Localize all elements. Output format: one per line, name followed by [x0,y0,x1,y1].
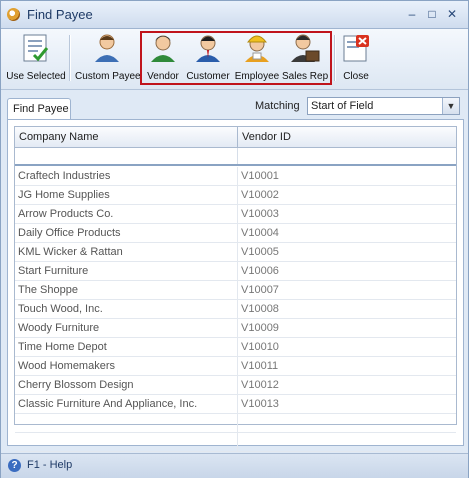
column-divider [237,414,238,432]
table-row[interactable]: Start Furniture V10006 [15,262,456,281]
company-name-cell: Wood Homemakers [18,360,115,372]
app-icon [7,8,20,21]
column-divider [237,433,238,451]
close-icon [343,35,369,62]
company-name-cell: Cherry Blossom Design [18,379,134,391]
column-header-vendor-id[interactable]: Vendor ID [242,131,291,143]
company-name-cell: Woody Furniture [18,322,100,334]
table-row[interactable]: JG Home Supplies V10002 [15,186,456,205]
vendor-id-cell: V10003 [241,208,279,220]
company-name-cell: Start Furniture [18,265,89,277]
chevron-down-icon[interactable]: ▼ [442,98,459,114]
filter-row[interactable] [15,148,456,166]
company-name-cell: Daily Office Products [18,227,121,239]
vendor-id-cell: V10006 [241,265,279,277]
toolbar-separator [334,35,336,81]
table-row[interactable] [15,433,456,452]
vendor-id-cell: V10002 [241,189,279,201]
column-divider[interactable] [237,127,238,147]
use-selected-label: Use Selected [6,71,66,82]
vendor-id-cell: V10001 [241,170,279,182]
company-name-cell: Arrow Products Co. [18,208,114,220]
matching-label: Matching [255,100,300,112]
column-divider [237,395,238,413]
help-text[interactable]: F1 - Help [27,459,72,471]
status-bar: ? F1 - Help [1,453,468,478]
table-row[interactable]: The Shoppe V10007 [15,281,456,300]
column-divider [237,262,238,280]
company-name-cell: Time Home Depot [18,341,107,353]
table-row[interactable]: Arrow Products Co. V10003 [15,205,456,224]
column-divider [237,148,238,164]
vendor-id-cell: V10007 [241,284,279,296]
column-divider [237,243,238,261]
column-divider [237,357,238,375]
company-name-cell: Classic Furniture And Appliance, Inc. [18,398,198,410]
vendor-id-cell: V10011 [241,360,279,372]
table-row[interactable]: Daily Office Products V10004 [15,224,456,243]
grid-header: Company Name Vendor ID [15,127,456,148]
table-row[interactable]: Craftech Industries V10001 [15,167,456,186]
table-row[interactable]: Touch Wood, Inc. V10008 [15,300,456,319]
company-name-cell: Touch Wood, Inc. [18,303,103,315]
help-icon[interactable]: ? [8,459,21,472]
close-window-button[interactable]: ✕ [445,7,459,21]
column-divider [237,300,238,318]
custom-payee-label: Custom Payee [75,71,141,82]
use-selected-icon [23,34,49,62]
payee-grid: Company Name Vendor ID Craftech Industri… [14,126,457,452]
find-payee-panel: Company Name Vendor ID Craftech Industri… [7,119,464,452]
table-row[interactable]: Cherry Blossom Design V10012 [15,376,456,395]
vendor-id-cell: V10008 [241,303,279,315]
tab-find-payee-label: Find Payee [13,103,69,115]
table-row[interactable]: Woody Furniture V10009 [15,319,456,338]
vendor-id-cell: V10010 [241,341,279,353]
column-header-company-name[interactable]: Company Name [19,131,98,143]
title-bar[interactable]: Find Payee – □ ✕ [1,1,468,29]
column-divider [237,338,238,356]
vendor-id-cell: V10012 [241,379,279,391]
maximize-button[interactable]: □ [425,7,439,21]
tab-find-payee[interactable]: Find Payee [7,98,71,121]
matching-selected-value: Start of Field [311,100,374,112]
column-divider [237,376,238,394]
column-divider [237,281,238,299]
find-payee-window: Find Payee – □ ✕ Use Selected Custom Pay… [0,0,469,478]
column-divider [237,205,238,223]
column-divider [237,224,238,242]
vendor-id-cell: V10013 [241,398,279,410]
minimize-button[interactable]: – [405,7,419,21]
payee-type-highlight [140,31,332,85]
grid-rows: Craftech Industries V10001 JG Home Supplie… [15,167,456,452]
custom-payee-button[interactable]: Custom Payee [75,33,141,85]
vendor-id-cell: V10005 [241,246,279,258]
close-label: Close [343,71,369,82]
matching-select[interactable]: Start of Field ▼ [307,97,460,115]
company-name-cell: Craftech Industries [18,170,111,182]
toolbar-separator [69,35,71,81]
table-row[interactable] [15,414,456,433]
column-divider [237,186,238,204]
table-row[interactable]: Classic Furniture And Appliance, Inc. V10… [15,395,456,414]
table-row[interactable]: Time Home Depot V10010 [15,338,456,357]
tab-strip: Find Payee Matching Start of Field ▼ [1,90,468,121]
custom-payee-icon [95,34,119,62]
vendor-id-cell: V10004 [241,227,279,239]
table-row[interactable]: KML Wicker & Rattan V10005 [15,243,456,262]
vendor-id-cell: V10009 [241,322,279,334]
window-title: Find Payee [27,7,93,22]
use-selected-button[interactable]: Use Selected [5,33,67,85]
close-button[interactable]: Close [338,33,374,85]
table-row[interactable]: Wood Homemakers V10011 [15,357,456,376]
column-divider [237,319,238,337]
company-name-cell: The Shoppe [18,284,78,296]
company-name-cell: JG Home Supplies [18,189,110,201]
company-name-cell: KML Wicker & Rattan [18,246,123,258]
column-divider [237,167,238,185]
